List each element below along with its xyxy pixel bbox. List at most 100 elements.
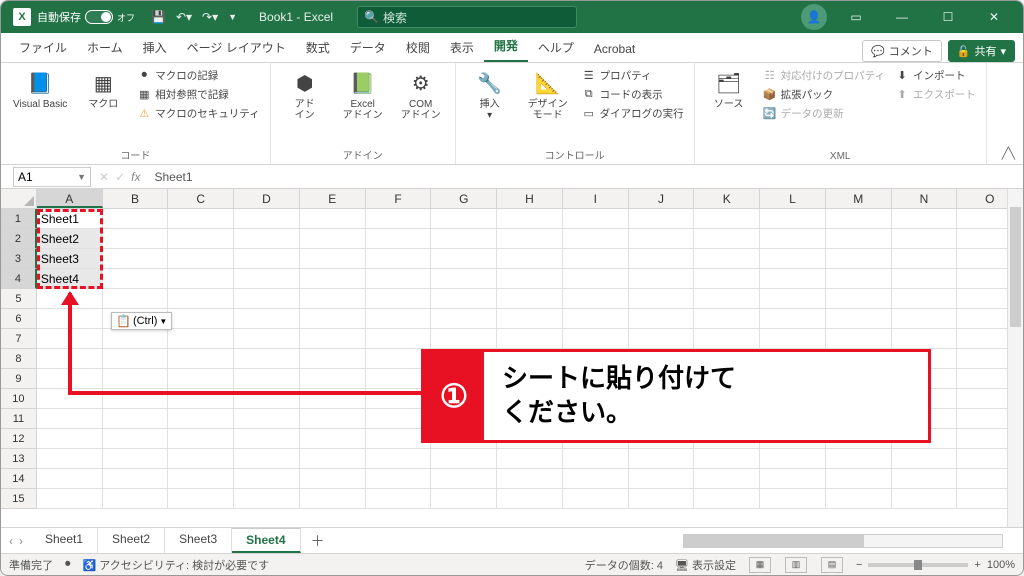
sheet-tab[interactable]: Sheet4 xyxy=(232,528,300,553)
page-layout-view-button[interactable]: ▥ xyxy=(785,557,807,573)
row-header[interactable]: 15 xyxy=(1,489,37,509)
cell[interactable] xyxy=(431,229,497,249)
cell[interactable] xyxy=(366,269,432,289)
zoom-out-icon[interactable]: − xyxy=(856,559,862,571)
zoom-level[interactable]: 100% xyxy=(987,559,1015,571)
cell[interactable] xyxy=(103,249,169,269)
cell[interactable] xyxy=(168,209,234,229)
cell[interactable] xyxy=(300,469,366,489)
row-header[interactable]: 4 xyxy=(1,269,37,289)
cell[interactable] xyxy=(826,289,892,309)
tab-help[interactable]: ヘルプ xyxy=(528,34,584,62)
cell[interactable] xyxy=(168,489,234,509)
tab-insert[interactable]: 挿入 xyxy=(133,34,177,62)
cell[interactable] xyxy=(103,429,169,449)
cell[interactable] xyxy=(694,269,760,289)
cell[interactable] xyxy=(168,269,234,289)
macro-security-button[interactable]: ⚠マクロのセキュリティ xyxy=(137,105,259,122)
cell[interactable] xyxy=(234,449,300,469)
cell[interactable] xyxy=(760,329,826,349)
cell[interactable] xyxy=(366,309,432,329)
row-header[interactable]: 7 xyxy=(1,329,37,349)
vertical-scrollbar[interactable] xyxy=(1007,189,1023,527)
cell[interactable] xyxy=(103,269,169,289)
col-header[interactable]: L xyxy=(760,189,826,208)
cell[interactable] xyxy=(300,429,366,449)
cell[interactable] xyxy=(826,309,892,329)
tab-view[interactable]: 表示 xyxy=(440,34,484,62)
ribbon-options-icon[interactable]: ▭ xyxy=(833,1,879,33)
horizontal-scrollbar[interactable] xyxy=(683,534,1003,548)
cell[interactable] xyxy=(103,289,169,309)
minimize-icon[interactable]: — xyxy=(879,1,925,33)
cell[interactable] xyxy=(497,469,563,489)
cell[interactable] xyxy=(431,329,497,349)
row-header[interactable]: 11 xyxy=(1,409,37,429)
cell[interactable] xyxy=(300,229,366,249)
cell[interactable] xyxy=(497,269,563,289)
col-header[interactable]: B xyxy=(103,189,169,208)
col-header[interactable]: M xyxy=(826,189,892,208)
expansion-pack-button[interactable]: 📦拡張パック xyxy=(763,86,885,103)
cell[interactable] xyxy=(892,249,958,269)
run-dialog-button[interactable]: ▭ダイアログの実行 xyxy=(582,105,684,122)
cell[interactable] xyxy=(892,489,958,509)
cell[interactable] xyxy=(300,209,366,229)
cell[interactable] xyxy=(892,469,958,489)
cell[interactable] xyxy=(826,249,892,269)
cell[interactable] xyxy=(234,229,300,249)
cell[interactable] xyxy=(300,249,366,269)
autosave-toggle[interactable]: 自動保存 オフ xyxy=(37,9,135,25)
cell[interactable] xyxy=(497,449,563,469)
row-header[interactable]: 9 xyxy=(1,369,37,389)
cell[interactable] xyxy=(431,489,497,509)
select-all-corner[interactable] xyxy=(1,189,37,208)
user-avatar-icon[interactable]: 👤 xyxy=(801,4,827,30)
zoom-in-icon[interactable]: + xyxy=(974,559,980,571)
col-header[interactable]: E xyxy=(300,189,366,208)
cancel-icon[interactable]: ✕ xyxy=(99,170,109,184)
fx-icon[interactable]: fx xyxy=(131,170,140,184)
design-mode-button[interactable]: 📐デザイン モード xyxy=(524,67,572,123)
addins-button[interactable]: ⬢アド イン xyxy=(281,67,329,123)
close-icon[interactable]: ✕ xyxy=(971,1,1017,33)
view-code-button[interactable]: ⧉コードの表示 xyxy=(582,86,684,103)
collapse-ribbon-icon[interactable]: ╱╲ xyxy=(1002,147,1015,160)
scrollbar-thumb[interactable] xyxy=(1010,207,1021,327)
cell[interactable] xyxy=(431,289,497,309)
cell[interactable] xyxy=(760,269,826,289)
tab-data[interactable]: データ xyxy=(340,34,396,62)
cell[interactable] xyxy=(300,489,366,509)
cell[interactable] xyxy=(694,489,760,509)
cell[interactable] xyxy=(366,449,432,469)
cell[interactable] xyxy=(760,449,826,469)
row-header[interactable]: 13 xyxy=(1,449,37,469)
normal-view-button[interactable]: ▦ xyxy=(749,557,771,573)
col-header[interactable]: G xyxy=(431,189,497,208)
row-header[interactable]: 5 xyxy=(1,289,37,309)
cell[interactable] xyxy=(826,329,892,349)
save-icon[interactable]: 💾 xyxy=(151,10,166,24)
cell[interactable] xyxy=(629,449,695,469)
cell[interactable] xyxy=(431,469,497,489)
cell[interactable] xyxy=(826,269,892,289)
cell[interactable] xyxy=(431,209,497,229)
cell[interactable] xyxy=(892,209,958,229)
cell[interactable] xyxy=(892,329,958,349)
formula-input[interactable]: Sheet1 xyxy=(146,170,200,184)
cell[interactable] xyxy=(234,269,300,289)
cell[interactable] xyxy=(234,489,300,509)
col-header[interactable]: C xyxy=(168,189,234,208)
row-header[interactable]: 14 xyxy=(1,469,37,489)
cell[interactable] xyxy=(497,489,563,509)
cell[interactable] xyxy=(497,289,563,309)
cell[interactable] xyxy=(760,229,826,249)
row-header[interactable]: 3 xyxy=(1,249,37,269)
cell[interactable] xyxy=(826,469,892,489)
cell[interactable] xyxy=(366,249,432,269)
import-button[interactable]: ⬇インポート xyxy=(895,67,976,84)
row-header[interactable]: 6 xyxy=(1,309,37,329)
cell[interactable] xyxy=(497,229,563,249)
cell[interactable] xyxy=(694,449,760,469)
cell[interactable] xyxy=(168,349,234,369)
